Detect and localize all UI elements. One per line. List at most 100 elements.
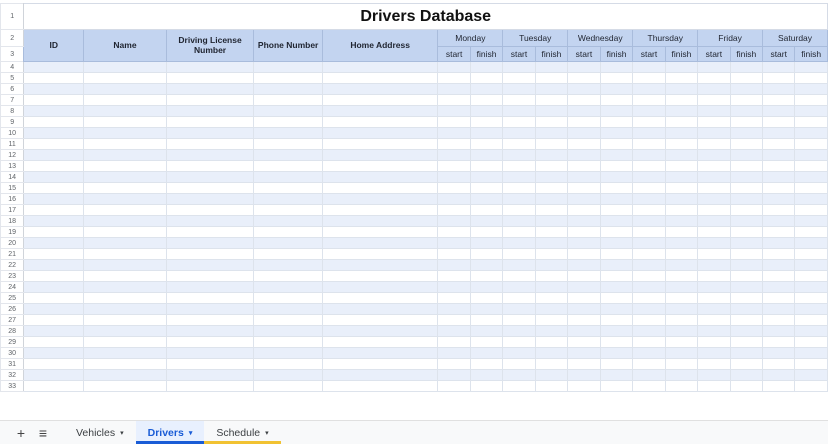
cell[interactable] bbox=[254, 227, 322, 238]
cell[interactable] bbox=[503, 282, 535, 293]
cell[interactable] bbox=[24, 348, 84, 359]
cell[interactable] bbox=[24, 381, 84, 392]
cell[interactable] bbox=[322, 194, 438, 205]
cell[interactable] bbox=[438, 84, 470, 95]
cell[interactable] bbox=[698, 271, 730, 282]
cell[interactable] bbox=[254, 348, 322, 359]
cell[interactable] bbox=[438, 150, 470, 161]
cell[interactable] bbox=[698, 326, 730, 337]
cell[interactable] bbox=[254, 205, 322, 216]
cell[interactable] bbox=[503, 216, 535, 227]
cell[interactable] bbox=[568, 304, 601, 315]
cell[interactable] bbox=[166, 161, 254, 172]
cell[interactable] bbox=[470, 161, 503, 172]
cell[interactable] bbox=[795, 139, 828, 150]
cell[interactable] bbox=[535, 84, 568, 95]
cell[interactable] bbox=[254, 271, 322, 282]
cell[interactable] bbox=[600, 348, 633, 359]
cell[interactable] bbox=[470, 194, 503, 205]
cell[interactable] bbox=[600, 326, 633, 337]
cell[interactable] bbox=[665, 304, 698, 315]
cell[interactable] bbox=[254, 172, 322, 183]
cell[interactable] bbox=[633, 337, 665, 348]
cell[interactable] bbox=[84, 304, 167, 315]
cell[interactable] bbox=[730, 304, 763, 315]
cell[interactable] bbox=[166, 238, 254, 249]
cell[interactable] bbox=[763, 260, 795, 271]
cell[interactable] bbox=[730, 260, 763, 271]
cell[interactable] bbox=[730, 150, 763, 161]
cell[interactable] bbox=[535, 73, 568, 84]
cell[interactable] bbox=[665, 183, 698, 194]
cell[interactable] bbox=[600, 260, 633, 271]
row-header[interactable]: 6 bbox=[1, 84, 24, 95]
cell[interactable] bbox=[166, 84, 254, 95]
cell[interactable] bbox=[503, 161, 535, 172]
cell[interactable] bbox=[470, 293, 503, 304]
cell[interactable] bbox=[795, 128, 828, 139]
cell[interactable] bbox=[166, 326, 254, 337]
all-sheets-menu-button[interactable]: ≡ bbox=[32, 426, 54, 440]
cell[interactable] bbox=[470, 249, 503, 260]
cell[interactable] bbox=[84, 84, 167, 95]
cell[interactable] bbox=[84, 183, 167, 194]
row-header[interactable]: 19 bbox=[1, 227, 24, 238]
cell[interactable] bbox=[322, 216, 438, 227]
cell[interactable] bbox=[470, 62, 503, 73]
row-header[interactable]: 13 bbox=[1, 161, 24, 172]
cell[interactable] bbox=[24, 359, 84, 370]
cell[interactable] bbox=[633, 359, 665, 370]
cell[interactable] bbox=[795, 359, 828, 370]
cell[interactable] bbox=[600, 337, 633, 348]
cell[interactable] bbox=[24, 172, 84, 183]
cell[interactable] bbox=[600, 370, 633, 381]
cell[interactable] bbox=[24, 106, 84, 117]
cell[interactable] bbox=[730, 62, 763, 73]
cell[interactable] bbox=[698, 172, 730, 183]
subcolumn-header[interactable]: finish bbox=[665, 47, 698, 62]
cell[interactable] bbox=[470, 304, 503, 315]
cell[interactable] bbox=[535, 128, 568, 139]
cell[interactable] bbox=[730, 249, 763, 260]
cell[interactable] bbox=[600, 304, 633, 315]
cell[interactable] bbox=[763, 205, 795, 216]
cell[interactable] bbox=[795, 150, 828, 161]
cell[interactable] bbox=[730, 238, 763, 249]
cell[interactable] bbox=[166, 117, 254, 128]
cell[interactable] bbox=[322, 293, 438, 304]
row-header[interactable]: 17 bbox=[1, 205, 24, 216]
cell[interactable] bbox=[84, 381, 167, 392]
cell[interactable] bbox=[535, 370, 568, 381]
cell[interactable] bbox=[84, 282, 167, 293]
cell[interactable] bbox=[795, 194, 828, 205]
cell[interactable] bbox=[166, 381, 254, 392]
cell[interactable] bbox=[795, 249, 828, 260]
cell[interactable] bbox=[568, 172, 601, 183]
cell[interactable] bbox=[730, 315, 763, 326]
cell[interactable] bbox=[166, 271, 254, 282]
cell[interactable] bbox=[438, 117, 470, 128]
cell[interactable] bbox=[665, 62, 698, 73]
cell[interactable] bbox=[438, 227, 470, 238]
cell[interactable] bbox=[568, 260, 601, 271]
cell[interactable] bbox=[698, 128, 730, 139]
cell[interactable] bbox=[84, 117, 167, 128]
cell[interactable] bbox=[600, 73, 633, 84]
cell[interactable] bbox=[503, 139, 535, 150]
cell[interactable] bbox=[633, 216, 665, 227]
cell[interactable] bbox=[470, 183, 503, 194]
day-header[interactable]: Thursday bbox=[633, 30, 698, 47]
sheet-tab-vehicles[interactable]: Vehicles▾ bbox=[64, 421, 136, 444]
row-header[interactable]: 24 bbox=[1, 282, 24, 293]
row-header[interactable]: 2 bbox=[1, 30, 24, 47]
cell[interactable] bbox=[254, 359, 322, 370]
cell[interactable] bbox=[665, 337, 698, 348]
cell[interactable] bbox=[254, 161, 322, 172]
cell[interactable] bbox=[166, 304, 254, 315]
cell[interactable] bbox=[438, 95, 470, 106]
cell[interactable] bbox=[84, 172, 167, 183]
cell[interactable] bbox=[665, 315, 698, 326]
cell[interactable] bbox=[438, 282, 470, 293]
cell[interactable] bbox=[254, 84, 322, 95]
cell[interactable] bbox=[470, 216, 503, 227]
